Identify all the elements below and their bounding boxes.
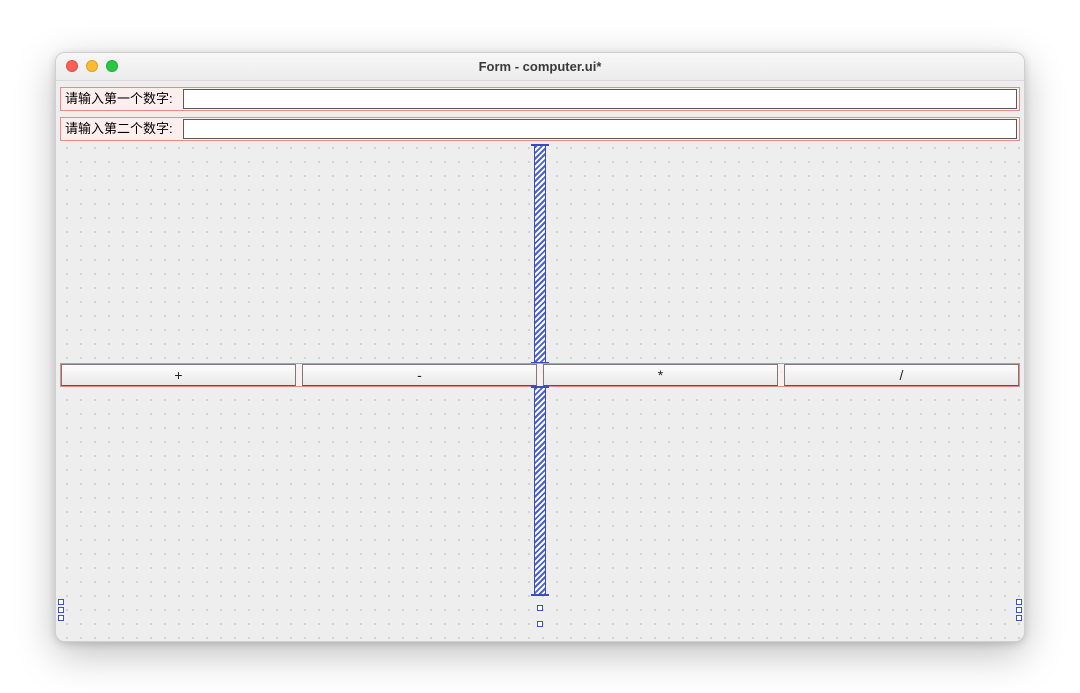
selection-handle[interactable] bbox=[58, 615, 64, 621]
divide-button[interactable]: / bbox=[784, 364, 1019, 386]
selection-handle[interactable] bbox=[537, 621, 543, 627]
titlebar: Form - computer.ui* bbox=[56, 53, 1024, 81]
multiply-button[interactable]: * bbox=[543, 364, 778, 386]
form-designer-canvas[interactable]: 请输入第一个数字: 请输入第二个数字: + - * / bbox=[56, 81, 1024, 641]
vertical-spacer-top[interactable] bbox=[534, 145, 546, 363]
first-number-label: 请输入第一个数字: bbox=[61, 88, 183, 110]
vertical-spacer-bottom[interactable] bbox=[534, 387, 546, 595]
selection-handle[interactable] bbox=[58, 599, 64, 605]
selection-handle[interactable] bbox=[58, 607, 64, 613]
second-number-row: 请输入第二个数字: bbox=[60, 117, 1020, 141]
subtract-button[interactable]: - bbox=[302, 364, 537, 386]
add-button[interactable]: + bbox=[61, 364, 296, 386]
selection-handle[interactable] bbox=[1016, 599, 1022, 605]
window-title: Form - computer.ui* bbox=[56, 59, 1024, 74]
second-number-label: 请输入第二个数字: bbox=[61, 118, 183, 140]
window: Form - computer.ui* 请输入第一个数字: 请输入第二个数字: … bbox=[55, 52, 1025, 642]
close-icon[interactable] bbox=[66, 60, 78, 72]
first-number-row: 请输入第一个数字: bbox=[60, 87, 1020, 111]
traffic-lights bbox=[66, 60, 118, 72]
selection-handle[interactable] bbox=[1016, 607, 1022, 613]
selection-handle[interactable] bbox=[537, 605, 543, 611]
second-number-input[interactable] bbox=[183, 119, 1017, 139]
operator-button-row: + - * / bbox=[60, 363, 1020, 387]
minimize-icon[interactable] bbox=[86, 60, 98, 72]
zoom-icon[interactable] bbox=[106, 60, 118, 72]
first-number-input[interactable] bbox=[183, 89, 1017, 109]
selection-handle[interactable] bbox=[1016, 615, 1022, 621]
